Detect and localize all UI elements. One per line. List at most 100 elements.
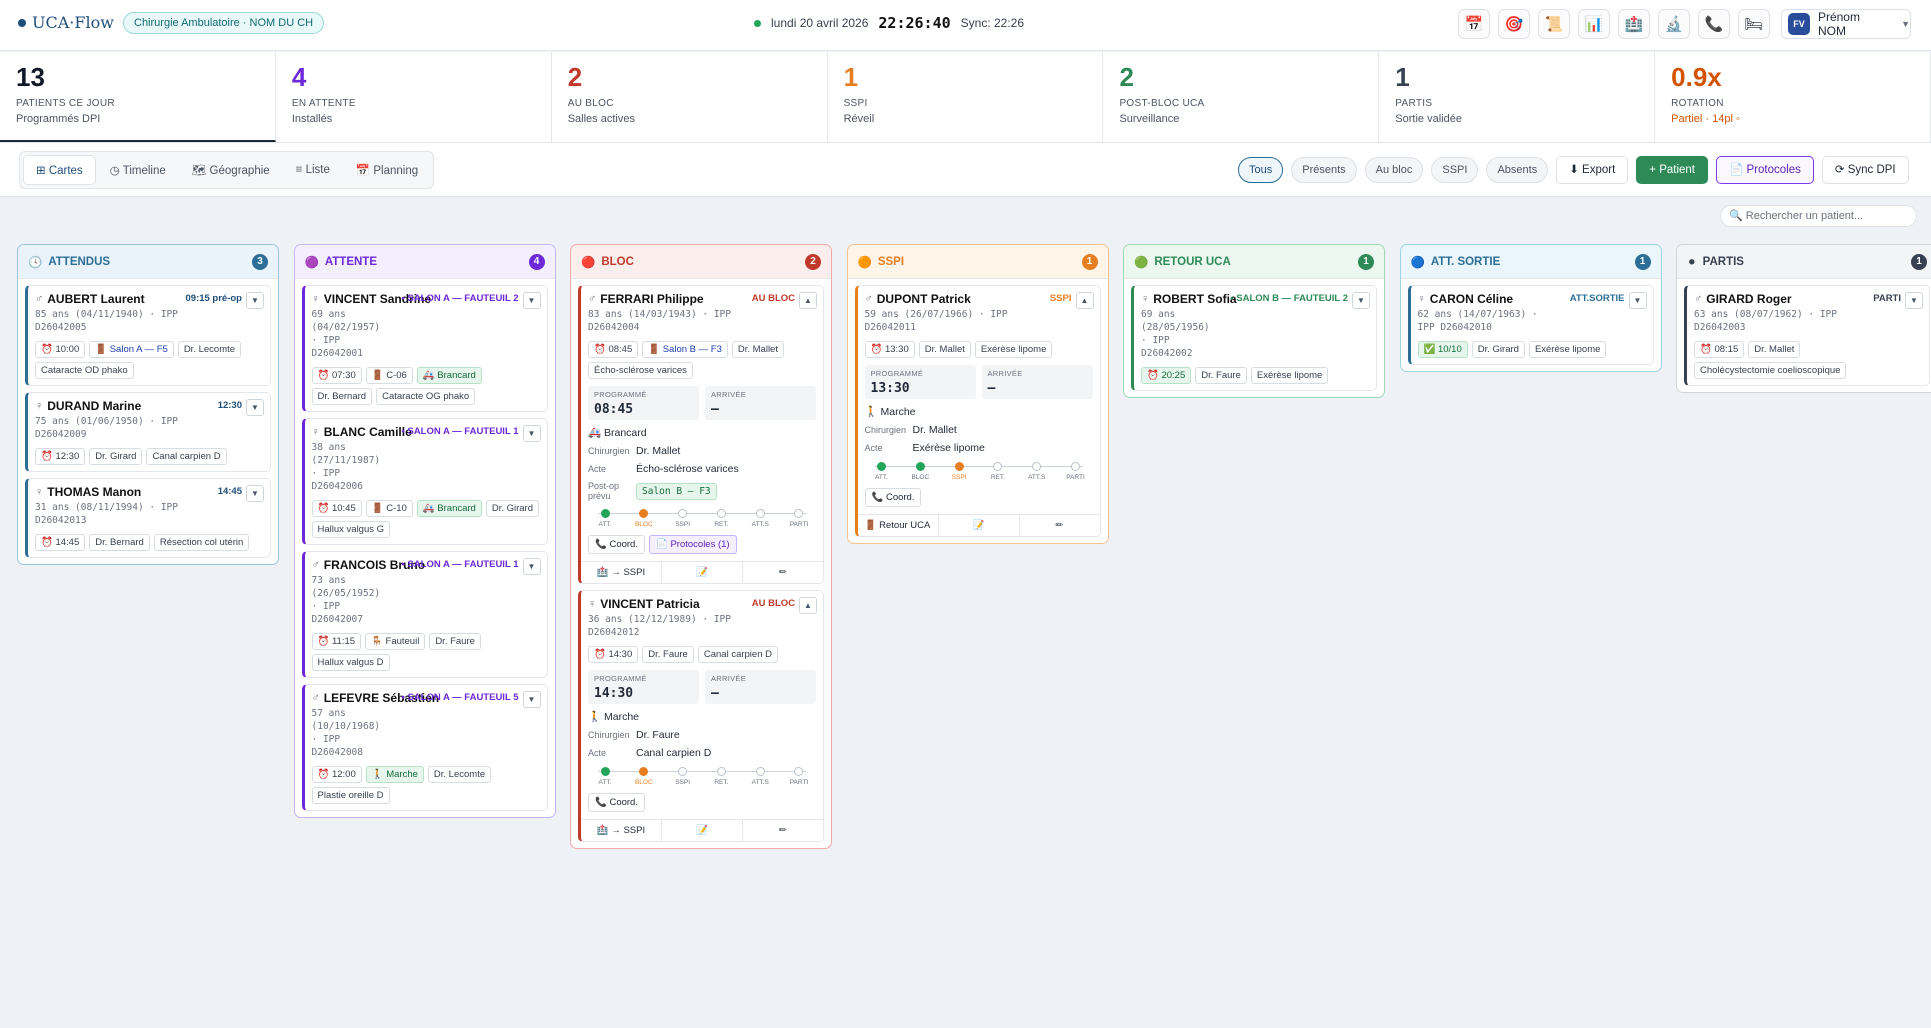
patient-card[interactable]: ♀ VINCENT Sandrine 69 ans (04/02/1957) · IPP… (301, 285, 548, 412)
meta-line: D26042002 (1141, 348, 1193, 359)
top-bar: UCA·Flow Chirurgie Ambulatoire · NOM DU … (0, 0, 1931, 51)
status-badge: • SALON A — FAUTEUIL 2 (401, 293, 519, 304)
filter-1[interactable]: Présents (1291, 157, 1357, 183)
collapse-icon[interactable]: ▲ (799, 597, 817, 614)
edit-button[interactable]: ✏ (743, 820, 823, 841)
patient-card[interactable]: ♂ DUPONT Patrick 59 ans (26/07/1966) · IPP… (854, 285, 1101, 537)
expand-icon[interactable]: ▼ (522, 292, 541, 309)
act-value: Canal carpien D (636, 747, 712, 759)
kpi-5[interactable]: 1 PARTIS Sortie validée (1379, 52, 1656, 142)
coord-button[interactable]: 📞 Coord. (588, 793, 645, 812)
edit-button[interactable]: ✏ (1020, 515, 1100, 536)
live-indicator-icon (754, 19, 761, 27)
move-button[interactable]: 🚪 Retour UCA (858, 515, 939, 536)
patient-card[interactable]: ♂ AUBERT Laurent 85 ans (04/11/1940) · IPP… (25, 285, 271, 386)
sync-dpi-button[interactable]: ⟳ Sync DPI (1821, 156, 1909, 184)
column-title: ATT. SORTIE (1430, 255, 1501, 268)
export-button[interactable]: ⬇ Export (1556, 156, 1629, 184)
scroll-icon[interactable]: 📜 (1538, 9, 1570, 39)
filter-0[interactable]: Tous (1238, 157, 1284, 183)
column-title: PARTIS (1702, 255, 1744, 268)
kpi-value: 2 (1119, 62, 1134, 92)
move-button[interactable]: 🏥 → SSPI (581, 562, 662, 583)
patient-card[interactable]: ♀ ROBERT Sofia 69 ans (28/05/1956) · IPP D260… (1131, 285, 1377, 391)
expand-icon[interactable]: ▼ (522, 558, 541, 575)
patient-card[interactable]: ♀ BLANC Camille 38 ans (27/11/1987) · IPP D26… (301, 418, 548, 545)
sex-icon: ♀ (1417, 293, 1426, 305)
expand-icon[interactable]: ▼ (246, 485, 264, 502)
view-tab-2[interactable]: 🗺 Géographie (180, 156, 282, 184)
calendar-icon[interactable]: 📅 (1458, 9, 1490, 39)
view-tab-0[interactable]: ⊞ Cartes (23, 155, 96, 185)
note-button[interactable]: 📝 (662, 562, 743, 583)
sync-label: Sync: 22:26 (960, 16, 1025, 30)
coord-button[interactable]: 📞 Coord. (588, 535, 645, 554)
sex-icon: ♀ (1141, 293, 1150, 305)
user-menu[interactable]: FV Prénom NOM ▼ (1781, 9, 1911, 39)
patient-card[interactable]: ♀ CARON Céline 62 ans (14/07/1963) · IPP D2… (1407, 285, 1654, 365)
patient-card[interactable]: ♀ THOMAS Manon 31 ans (08/11/1994) · IPP D2… (25, 478, 271, 558)
filter-2[interactable]: Au bloc (1364, 157, 1424, 183)
expand-icon[interactable]: ▼ (522, 425, 541, 442)
add-patient-button[interactable]: + Patient (1636, 156, 1708, 184)
chip-row: ✅ 10/10 Dr. Girard Exérèse lipome (1417, 341, 1646, 358)
hospital-icon[interactable]: 🏥 (1618, 9, 1650, 39)
kpi-1[interactable]: 4 EN ATTENTE Installés (276, 52, 552, 142)
view-tab-1[interactable]: ◷ Timeline (98, 156, 178, 184)
kpi-2[interactable]: 2 AU BLOC Salles actives (552, 52, 828, 142)
column-header: 🔴 BLOC 2 (571, 245, 831, 279)
kpi-4[interactable]: 2 POST-BLOC UCA Surveillance (1103, 52, 1380, 142)
arrival-box: ARRIVÉE — (705, 670, 816, 704)
column-icon: 🔴 (581, 256, 596, 269)
protocol-button[interactable]: 📄 Protocoles (1) (648, 535, 737, 554)
kpi-6[interactable]: 0.9x ROTATION Partiel · 14pl ◦ (1655, 52, 1931, 142)
note-button[interactable]: 📝 (939, 515, 1020, 536)
expand-icon[interactable]: ▼ (1905, 292, 1923, 309)
expand-icon[interactable]: ▼ (1628, 292, 1647, 309)
info-chip: Dr. Girard (89, 448, 143, 465)
microscope-icon[interactable]: 🔬 (1658, 9, 1690, 39)
info-chip: Dr. Mallet (1748, 341, 1801, 358)
patient-card[interactable]: ♀ VINCENT Patricia 36 ans (12/12/1989) · I… (578, 590, 824, 842)
patient-card[interactable]: ♂ LEFEVRE Sébastien 57 ans (10/10/1968) · IP… (301, 684, 548, 811)
kpi-0[interactable]: 13 PATIENTS CE JOUR Programmés DPI (0, 52, 276, 142)
protocols-button[interactable]: 📄 Protocoles (1716, 156, 1814, 184)
column-header: 🔵 ATT. SORTIE 1 (1400, 245, 1661, 279)
app-logo[interactable]: UCA·Flow (18, 13, 114, 32)
bar-chart-icon[interactable]: 📊 (1578, 9, 1610, 39)
step-label: ATT. (598, 779, 612, 786)
info-chip: 🚪 Salon B — F3 (642, 341, 728, 358)
act-label: Acte (588, 748, 607, 758)
meta-line: D26042003 (1694, 322, 1746, 333)
column-1: 🟣 ATTENTE 4 ♀ VINCENT Sandrine 69 ans (04/02/1… (293, 244, 556, 818)
expand-icon[interactable]: ▼ (1352, 292, 1370, 309)
expand-icon[interactable]: ▼ (246, 292, 264, 309)
view-tab-3[interactable]: ≡ Liste (284, 157, 342, 183)
info-chip: ⏰ 14:30 (588, 646, 639, 663)
patient-card[interactable]: ♂ FERRARI Philippe 83 ans (14/03/1943) · I… (578, 285, 824, 584)
move-button[interactable]: 🏥 → SSPI (581, 820, 662, 841)
search-input[interactable]: 🔍 Rechercher un patient... (1720, 205, 1917, 227)
chip-row: ⏰ 14:30 Dr. Faure Canal carpien D (588, 646, 816, 663)
patient-card[interactable]: ♂ FRANCOIS Bruno 73 ans (26/05/1952) · IPP D2… (301, 551, 548, 678)
patient-card[interactable]: ♂ GIRARD Roger 63 ans (08/07/1962) · IPP D2… (1684, 285, 1930, 386)
filter-3[interactable]: SSPI (1431, 157, 1479, 183)
note-button[interactable]: 📝 (662, 820, 743, 841)
step-label: RET. (714, 779, 729, 786)
coord-button[interactable]: 📞 Coord. (864, 488, 922, 507)
surgeon-label: Chirurgien (588, 446, 630, 456)
collapse-icon[interactable]: ▲ (799, 292, 817, 309)
programmed-time: 08:45 (594, 402, 634, 417)
view-tab-4[interactable]: 📅 Planning (344, 156, 430, 184)
bed-icon[interactable]: 🛏 (1738, 9, 1770, 39)
info-chip: Dr. Bernard (311, 388, 373, 405)
edit-button[interactable]: ✏ (743, 562, 823, 583)
expand-icon[interactable]: ▼ (246, 399, 264, 416)
collapse-icon[interactable]: ▲ (1075, 292, 1094, 309)
filter-4[interactable]: Absents (1486, 157, 1549, 183)
kpi-3[interactable]: 1 SSPI Réveil (828, 52, 1104, 142)
expand-icon[interactable]: ▼ (522, 691, 541, 708)
target-icon[interactable]: 🎯 (1498, 9, 1530, 39)
phone-icon[interactable]: 📞 (1698, 9, 1730, 39)
patient-card[interactable]: ♀ DURAND Marine 75 ans (01/06/1950) · IPP D… (25, 392, 271, 472)
